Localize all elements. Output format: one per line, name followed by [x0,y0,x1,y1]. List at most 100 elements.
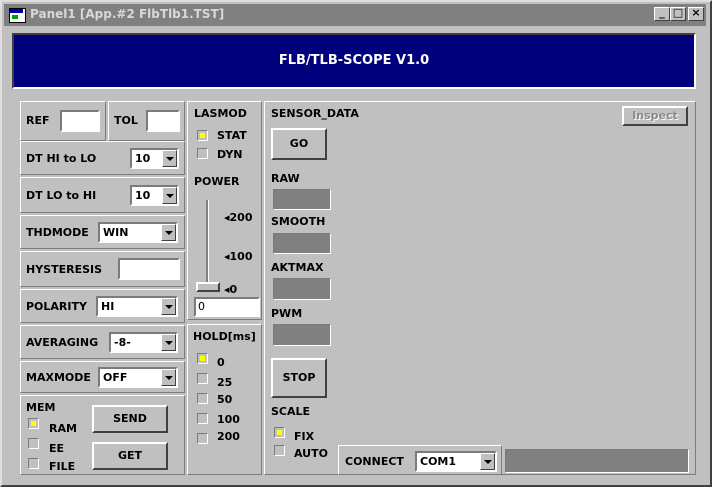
dt-lo-hi-panel: DT LO to HI 10 [20,177,185,213]
hold-200-label: 200 [217,430,240,443]
tol-panel: TOL [108,101,185,141]
mem-label: MEM [26,401,56,414]
mem-panel: MEM RAM EE FILE SEND GET [20,395,185,475]
aktmax-display [273,278,331,300]
polarity-value: HI [101,300,115,313]
chevron-down-icon[interactable] [161,369,176,386]
lasmod-dyn-radio[interactable] [197,148,208,159]
ref-label: REF [26,114,50,127]
polarity-select[interactable]: HI [96,296,178,317]
dt-hi-lo-value: 10 [135,152,151,165]
ref-input[interactable] [60,110,100,132]
lasmod-dyn-label: DYN [217,148,243,161]
chevron-down-icon[interactable] [161,224,176,241]
power-tick-0: ◂0 [224,283,238,296]
hysteresis-input[interactable] [118,258,180,280]
lasmod-power-panel: LASMOD STAT DYN POWER ◂200 ◂100 ◂0 0 [187,101,262,320]
dt-lo-hi-select[interactable]: 10 [130,185,179,206]
maximize-icon: □ [672,6,684,19]
mem-ee-label: EE [49,442,65,455]
inspect-button[interactable]: Inspect [622,106,688,126]
polarity-panel: POLARITY HI [20,289,185,323]
power-slider-track[interactable] [206,200,209,287]
thdmode-select[interactable]: WIN [98,222,178,243]
hold-25-radio[interactable] [197,373,208,384]
raw-display [273,189,331,210]
averaging-label: AVERAGING [26,336,99,349]
chevron-down-icon[interactable] [162,187,177,204]
mem-ee-radio[interactable] [28,438,39,449]
maxmode-panel: MAXMODE OFF [20,361,185,393]
maxmode-value: OFF [103,371,128,384]
get-button[interactable]: GET [92,442,168,470]
go-button[interactable]: GO [271,128,327,160]
tol-label: TOL [114,114,138,127]
hold-50-radio[interactable] [197,393,208,404]
pwm-label: PWM [271,307,303,320]
chevron-down-icon[interactable] [161,334,176,351]
scale-auto-radio[interactable] [274,445,285,456]
hold-0-label: 0 [217,356,225,369]
averaging-panel: AVERAGING -8- [20,325,185,359]
dt-hi-lo-label: DT HI to LO [26,152,97,165]
minimize-button[interactable]: _ [654,6,670,21]
app-icon [9,8,26,23]
thdmode-label: THDMODE [26,226,89,239]
power-slider-thumb[interactable] [196,282,220,292]
close-button[interactable]: × [688,6,704,21]
scale-fix-label: FIX [294,430,315,443]
power-value-input[interactable]: 0 [194,297,260,317]
maxmode-select[interactable]: OFF [98,367,178,388]
dt-hi-lo-panel: DT HI to LO 10 [20,141,185,175]
minimize-icon: _ [659,6,665,19]
raw-label: RAW [271,172,300,185]
dt-lo-hi-label: DT LO to HI [26,189,97,202]
app-banner: FLB/TLB-SCOPE V1.0 [12,33,696,89]
power-tick-200: ◂200 [224,211,253,224]
mem-file-radio[interactable] [28,458,39,469]
hold-200-radio[interactable] [197,433,208,444]
window-title: Panel1 [App.#2 FlbTlb1.TST] [30,7,225,21]
hold-0-radio[interactable] [197,353,208,364]
scale-auto-label: AUTO [294,447,328,460]
lasmod-stat-radio[interactable] [197,130,208,141]
mem-ram-label: RAM [49,422,77,435]
connect-label: CONNECT [345,455,404,468]
hold-panel: HOLD[ms] 0 25 50 100 200 [187,324,262,475]
mem-file-label: FILE [49,460,76,473]
chevron-down-icon[interactable] [161,298,176,315]
power-label: POWER [194,175,240,188]
lasmod-label: LASMOD [194,107,247,120]
averaging-value: -8- [114,336,131,349]
title-bar[interactable]: Panel1 [App.#2 FlbTlb1.TST] _ □ × [4,4,706,26]
sensor-data-panel: SENSOR_DATA Inspect GO RAW SMOOTH AKTMAX… [264,101,696,475]
send-button[interactable]: SEND [92,405,168,433]
scale-label: SCALE [271,405,311,418]
hold-50-label: 50 [217,393,233,406]
close-icon: × [691,6,701,19]
connect-port-value: COM1 [420,455,457,468]
hold-100-radio[interactable] [197,413,208,424]
connect-panel: CONNECT COM1 [338,445,502,475]
tol-input[interactable] [146,110,180,132]
hold-100-label: 100 [217,413,240,426]
dt-hi-lo-select[interactable]: 10 [130,148,179,169]
averaging-select[interactable]: -8- [109,332,178,353]
power-value: 0 [198,300,205,313]
thdmode-value: WIN [103,226,129,239]
chevron-down-icon[interactable] [162,150,177,167]
connect-port-select[interactable]: COM1 [415,451,497,472]
hysteresis-label: HYSTERESIS [26,263,103,276]
stop-button[interactable]: STOP [271,358,327,398]
status-display [505,449,689,473]
hold-label: HOLD[ms] [193,330,256,343]
pwm-display [273,324,331,346]
thdmode-panel: THDMODE WIN [20,215,185,249]
ref-panel: REF [20,101,106,141]
scale-fix-radio[interactable] [274,427,285,438]
mem-ram-radio[interactable] [28,418,39,429]
maximize-button[interactable]: □ [670,6,686,21]
hysteresis-panel: HYSTERESIS [20,251,185,287]
smooth-display [273,233,331,254]
chevron-down-icon[interactable] [480,453,495,470]
